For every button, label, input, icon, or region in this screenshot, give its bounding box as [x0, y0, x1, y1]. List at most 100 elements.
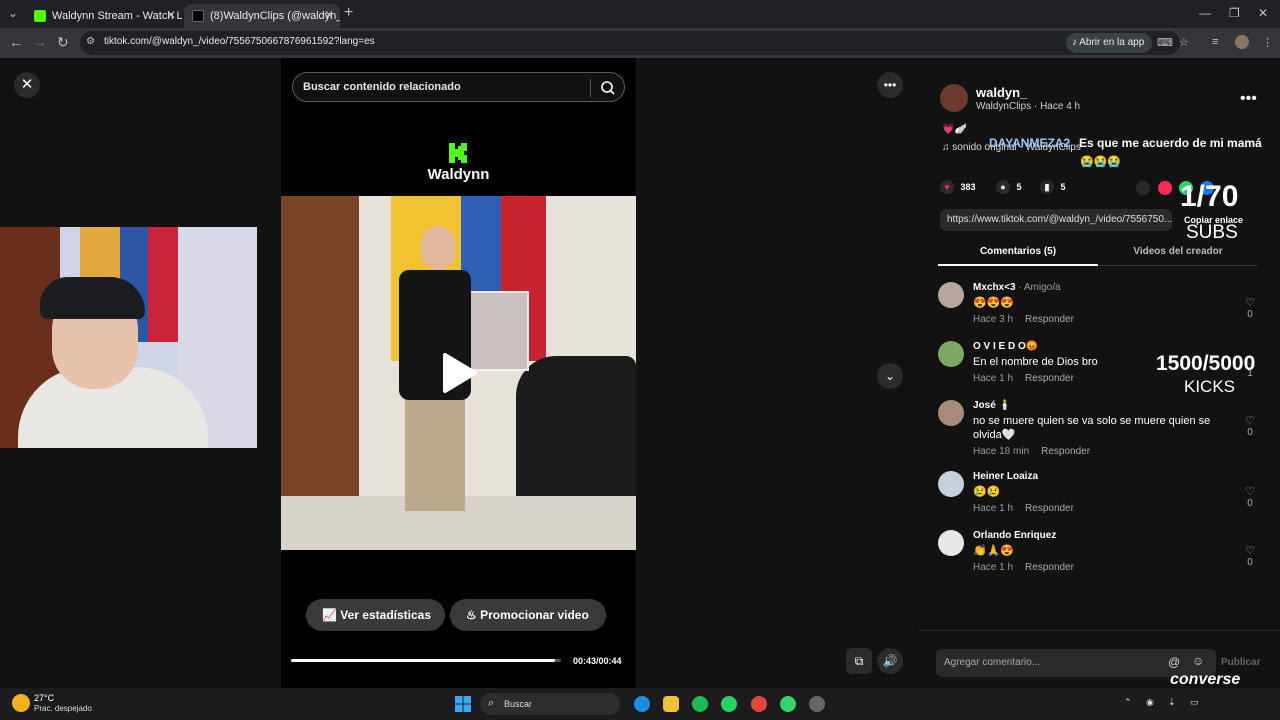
reload-icon[interactable]: ↻ [57, 34, 69, 51]
forward-arrow-icon[interactable]: → [33, 34, 47, 50]
tab-comments[interactable]: Comentarios (5) [938, 246, 1098, 257]
reply-button[interactable]: Responder [1025, 503, 1074, 514]
search-icon: ⌕ [488, 697, 495, 709]
post-more-icon[interactable]: ••• [1240, 90, 1257, 108]
comment-like[interactable]: ♡ 0 [1240, 485, 1260, 509]
emoji-icon[interactable]: ☺ [1192, 654, 1204, 668]
network-icon[interactable]: ▭ [1190, 697, 1199, 708]
browser-tab-tiktok[interactable]: (8)WaldynClips (@waldyn_) | Tik ✕ [184, 4, 340, 28]
spotify-icon[interactable] [692, 696, 708, 712]
promote-video-button[interactable]: ♨ Promocionar video [450, 599, 606, 631]
new-tab-button[interactable]: + [344, 4, 353, 22]
reply-button[interactable]: Responder [1041, 446, 1090, 457]
comment-like[interactable]: ♡ 0 [1240, 544, 1260, 568]
save-stat[interactable]: ▮ 5 [1040, 180, 1066, 194]
progress-bar[interactable] [291, 659, 561, 662]
comment-avatar[interactable] [938, 282, 964, 308]
bookmark-star-icon[interactable]: ☆ [1179, 36, 1189, 49]
tiktok-small-icon: ♪ [1072, 37, 1077, 48]
tray-app-icon[interactable]: ◉ [1146, 697, 1154, 708]
reply-button[interactable]: Responder [1025, 314, 1074, 325]
save-count: 5 [1060, 182, 1066, 192]
browser-menu-icon[interactable]: ⋮ [1262, 36, 1273, 49]
weather-description[interactable]: Prac. despejado [34, 704, 92, 713]
volume-icon[interactable]: 🔊 [877, 648, 903, 674]
tab-close-icon[interactable]: ✕ [166, 8, 176, 22]
username[interactable]: waldyn_ [976, 85, 1027, 100]
comment-text: 😢😢 [973, 486, 1001, 498]
tab-title: Waldynn Stream - Watch Live o [52, 10, 182, 22]
floating-player-icon[interactable]: ⧉ [846, 648, 872, 674]
comment-text: no se muere quien se va solo se muere qu… [973, 415, 1211, 441]
file-explorer-icon[interactable] [663, 696, 679, 712]
tray-app-icon[interactable]: ⇣ [1168, 697, 1176, 708]
tab-creator-videos[interactable]: Videos del creador [1098, 246, 1258, 257]
comment-like[interactable]: ♡ 0 [1240, 296, 1260, 320]
comment-author[interactable]: Orlando Enriquez [973, 530, 1056, 541]
tab-close-icon[interactable]: ✕ [324, 8, 334, 22]
search-icon[interactable] [598, 78, 618, 98]
like-stat[interactable]: ♥ 383 [940, 180, 976, 194]
tab-search-icon[interactable]: ⌄ [8, 6, 18, 20]
close-video-button[interactable]: ✕ [14, 72, 40, 98]
tiktok-favicon-icon [192, 10, 204, 22]
comment-avatar[interactable] [938, 341, 964, 367]
reply-button[interactable]: Responder [1025, 373, 1074, 384]
play-icon[interactable] [439, 351, 479, 395]
app-icon[interactable] [780, 696, 796, 712]
next-video-chevron-down-icon[interactable]: ⌄ [877, 363, 903, 389]
like-count: 383 [960, 182, 976, 192]
comment-author[interactable]: José 🕯️ [973, 400, 1011, 411]
share-link-field[interactable]: https://www.tiktok.com/@waldyn_/video/75… [940, 209, 1172, 231]
heart-outline-icon: ♡ [1245, 415, 1255, 427]
publish-button[interactable]: Publicar [1221, 657, 1260, 668]
video-player[interactable]: Buscar contenido relacionado Waldynn 📈 V… [281, 58, 636, 688]
view-stats-button[interactable]: 📈 Ver estadísticas [306, 599, 445, 631]
reading-list-icon[interactable]: ≡ [1212, 36, 1218, 48]
comment-avatar[interactable] [938, 471, 964, 497]
comment-avatar[interactable] [938, 400, 964, 426]
open-in-app-label: Abrir en la app [1079, 37, 1145, 48]
video-frame[interactable] [281, 196, 636, 550]
comment-author[interactable]: Mxchx<3 · Amigo/a [973, 282, 1061, 293]
maximize-icon[interactable]: ❐ [1229, 6, 1240, 20]
mention-icon[interactable]: @ [1168, 655, 1180, 669]
comment-author[interactable]: Heiner Loaiza [973, 471, 1038, 482]
related-search-box[interactable]: Buscar contenido relacionado [292, 72, 625, 102]
open-in-app-button[interactable]: ♪ Abrir en la app [1066, 33, 1153, 53]
more-options-button[interactable]: ••• [877, 72, 903, 98]
weather-sun-icon[interactable] [12, 694, 30, 712]
comment-stat[interactable]: ● 5 [996, 180, 1022, 194]
heart-outline-icon: ♡ [1245, 297, 1255, 309]
taskbar-search-box[interactable]: ⌕ Buscar [480, 693, 620, 715]
time-readout: 00:43/00:44 [573, 656, 622, 666]
whatsapp-app-icon[interactable] [721, 696, 737, 712]
comment-avatar[interactable] [938, 530, 964, 556]
tray-chevron-icon[interactable]: ⌃ [1124, 697, 1132, 708]
app-icon[interactable] [809, 696, 825, 712]
weather-temperature[interactable]: 27°C [34, 693, 54, 703]
reply-button[interactable]: Responder [1025, 562, 1074, 573]
back-arrow-icon[interactable]: ← [9, 34, 23, 50]
edge-icon[interactable] [634, 696, 650, 712]
comment-like[interactable]: ♡ 0 [1240, 414, 1260, 438]
window-close-icon[interactable]: ✕ [1258, 6, 1268, 20]
comment-meta: Hace 18 min Responder [973, 446, 1091, 457]
profile-avatar-icon[interactable] [1235, 35, 1249, 49]
comment-author[interactable]: O V I E D O😡 [973, 341, 1038, 352]
browser-tab-kick[interactable]: Waldynn Stream - Watch Live o ✕ [26, 4, 182, 28]
chrome-icon[interactable] [751, 696, 767, 712]
video-brand-title: Waldynn [427, 166, 490, 183]
send-icon[interactable] [1158, 181, 1172, 195]
comment-meta: Hace 3 h Responder [973, 314, 1074, 325]
translate-icon[interactable]: ⌨ [1157, 36, 1173, 49]
windows-start-icon[interactable] [455, 696, 471, 712]
site-info-icon[interactable]: ⚙ [86, 36, 95, 47]
url-text[interactable]: tiktok.com/@waldyn_/video/75567506678769… [104, 36, 375, 47]
view-stats-label: Ver estadísticas [340, 608, 432, 622]
stream-chat-message: Es que me acuerdo de mi mamá [1079, 136, 1262, 150]
minimize-icon[interactable]: — [1199, 6, 1211, 20]
kicks-goal-count: 1500/5000 [1156, 352, 1256, 375]
embed-icon[interactable] [1136, 181, 1150, 195]
avatar[interactable] [940, 84, 968, 112]
